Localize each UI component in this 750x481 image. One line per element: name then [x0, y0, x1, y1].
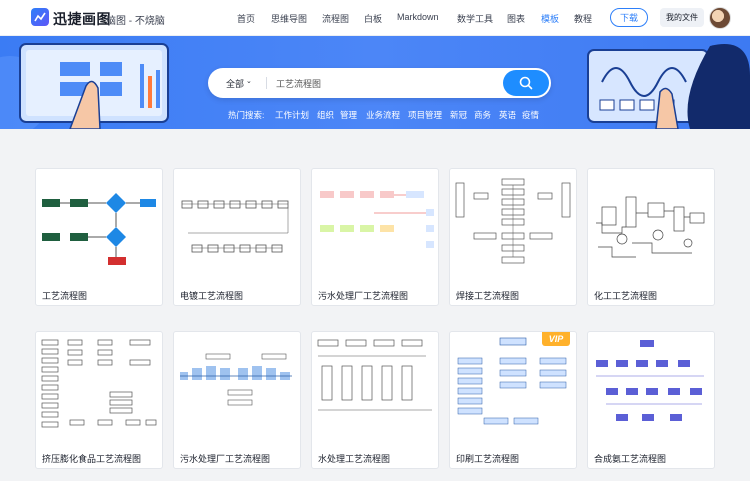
template-thumbnail — [320, 191, 434, 248]
hot-item[interactable]: 工作计划 — [275, 109, 309, 121]
hot-item[interactable]: 商务 — [474, 109, 491, 121]
template-card[interactable]: 水处理工艺流程图 — [311, 331, 439, 469]
hot-item[interactable]: 新冠 — [450, 109, 467, 121]
hot-item[interactable]: 英语 — [499, 109, 516, 121]
template-thumbnail — [41, 339, 157, 428]
template-title: 工艺流程图 — [42, 291, 88, 301]
template-thumbnail — [42, 193, 156, 265]
template-thumbnail — [317, 339, 432, 411]
template-title: 合成氨工艺流程图 — [594, 454, 667, 464]
template-thumbnail — [180, 353, 292, 406]
nav-mindmap[interactable]: 思维导图 — [271, 12, 307, 25]
hot-item[interactable]: 组织 — [317, 109, 334, 121]
search-box: 全部 ⌄ — [208, 68, 551, 98]
template-card[interactable]: 焊接工艺流程图 — [449, 168, 577, 306]
vip-badge: VIP — [542, 332, 570, 346]
template-card[interactable]: 挤压膨化食品工艺流程图 — [35, 331, 163, 469]
template-thumbnail — [181, 200, 289, 253]
nav-flowchart[interactable]: 流程图 — [322, 12, 349, 25]
top-header: 迅捷画图 脑图 - 不烧脑 首页 思维导图 流程图 白板 Markdown 数学… — [0, 0, 750, 36]
nav-math-tools[interactable]: 数学工具 — [457, 12, 493, 25]
my-files-button[interactable]: 我的文件 — [660, 8, 704, 27]
search-divider — [266, 77, 267, 89]
banner-illustration-left — [0, 43, 169, 129]
template-thumbnail — [457, 337, 567, 425]
template-card[interactable]: 污水处理厂工艺流程图 — [311, 168, 439, 306]
search-button[interactable] — [503, 70, 549, 96]
template-title: 印刷工艺流程图 — [456, 454, 520, 464]
chevron-down-icon[interactable]: ⌄ — [246, 77, 252, 85]
template-title: 水处理工艺流程图 — [318, 454, 391, 464]
hot-searches-label: 热门搜索: — [228, 110, 265, 120]
template-card[interactable]: 合成氨工艺流程图 — [587, 331, 715, 469]
template-title: 污水处理厂工艺流程图 — [180, 454, 271, 464]
template-title: 挤压膨化食品工艺流程图 — [42, 454, 142, 464]
template-title: 化工工艺流程图 — [594, 291, 658, 301]
nav-charts[interactable]: 图表 — [507, 12, 525, 25]
template-thumbnail — [596, 196, 705, 258]
nav-templates[interactable]: 模板 — [541, 12, 559, 25]
nav-home[interactable]: 首页 — [237, 12, 255, 25]
template-card[interactable]: 电镀工艺流程图 — [173, 168, 301, 306]
template-title: 电镀工艺流程图 — [180, 291, 244, 301]
search-scope-select[interactable]: 全部 — [226, 77, 244, 90]
page: { "header": { "logo_name": "迅捷画图", "logo… — [0, 0, 750, 481]
template-title: 污水处理厂工艺流程图 — [318, 291, 409, 301]
template-card[interactable]: VIP 印刷工艺流程图 — [449, 331, 577, 469]
nav-whiteboard[interactable]: 白板 — [364, 12, 382, 25]
search-icon — [519, 76, 533, 90]
template-thumbnail — [596, 340, 704, 421]
template-title: 焊接工艺流程图 — [456, 291, 520, 301]
hot-item[interactable]: 管理 — [340, 109, 357, 121]
template-card[interactable]: 污水处理厂工艺流程图 — [173, 331, 301, 469]
search-input[interactable] — [276, 74, 476, 92]
banner-illustration-right — [587, 44, 750, 129]
nav-markdown[interactable]: Markdown — [397, 12, 439, 22]
search-banner: 全部 ⌄ 热门搜索: 工作计划 组织 管理 业务流程 项目管理 新冠 商务 英语… — [0, 36, 750, 129]
template-card[interactable]: 化工工艺流程图 — [587, 168, 715, 306]
hot-item[interactable]: 疫情 — [522, 109, 539, 121]
hot-item[interactable]: 业务流程 — [366, 109, 400, 121]
avatar[interactable] — [709, 7, 731, 29]
download-button[interactable]: 下载 — [610, 8, 648, 27]
hot-searches: 热门搜索: 工作计划 组织 管理 业务流程 项目管理 新冠 商务 英语 疫情 — [228, 109, 558, 121]
hot-item[interactable]: 项目管理 — [408, 109, 442, 121]
template-thumbnail — [455, 178, 571, 264]
nav-tutorials[interactable]: 教程 — [574, 12, 592, 25]
template-card[interactable]: 工艺流程图 — [35, 168, 163, 306]
